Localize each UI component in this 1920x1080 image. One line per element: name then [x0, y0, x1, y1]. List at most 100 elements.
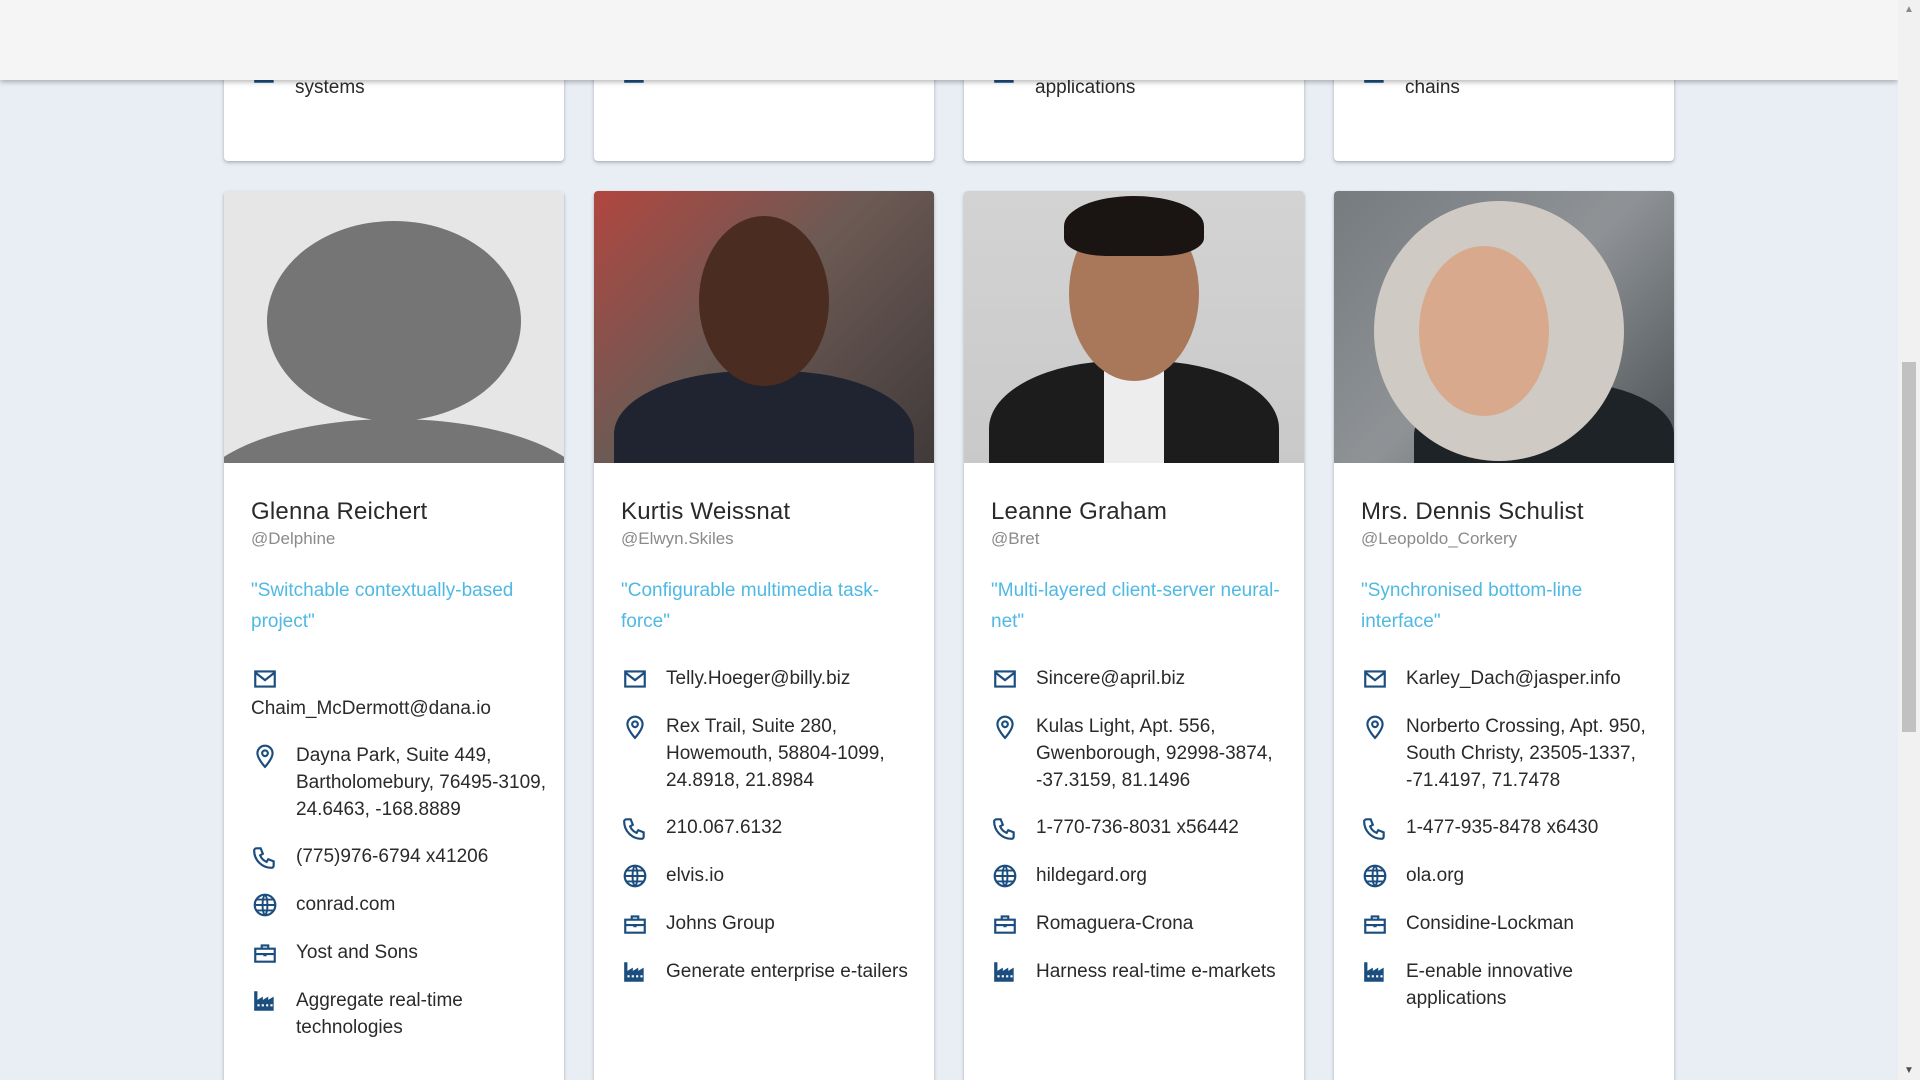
- user-name: Kurtis Weissnat: [621, 498, 791, 525]
- user-name: Leanne Graham: [991, 498, 1168, 525]
- globe-icon: [251, 891, 279, 919]
- globe-icon: [621, 862, 649, 890]
- user-card[interactable]: Glenna Reichert @Delphine "Switchable co…: [224, 191, 564, 1080]
- top-app-bar: [0, 0, 1898, 80]
- address-text: Dayna Park, Suite 449, Bartholomebury, 7…: [296, 745, 546, 820]
- address-text: Rex Trail, Suite 280, Howemouth, 58804-1…: [666, 716, 885, 791]
- mail-icon: [251, 665, 279, 693]
- mail-icon: [621, 665, 649, 693]
- website-link[interactable]: elvis.io: [666, 862, 934, 889]
- phone-link[interactable]: (775)976-6794 x41206: [296, 843, 564, 870]
- user-catch-phrase: "Multi-layered client-server neural-net": [991, 580, 1280, 632]
- bs-row: Generate enterprise e-tailers: [621, 958, 934, 986]
- briefcase-icon: [621, 910, 649, 938]
- email-link[interactable]: Karley_Dach@jasper.info: [1406, 665, 1674, 692]
- globe-icon: [991, 862, 1019, 890]
- location-pin-icon: [621, 713, 649, 741]
- phone-link[interactable]: 1-770-736-8031 x56442: [1036, 814, 1304, 841]
- portrait-photo: [594, 191, 934, 463]
- company-name: Considine-Lockman: [1406, 913, 1574, 934]
- location-pin-icon: [991, 713, 1019, 741]
- company-name: Romaguera-Crona: [1036, 913, 1194, 934]
- bs-row: E-enable innovative applications: [1361, 958, 1674, 1012]
- user-handle: @Delphine: [251, 529, 336, 548]
- email-row[interactable]: Chaim_McDermott@dana.io: [251, 665, 564, 722]
- portrait-face-shape: [1419, 246, 1549, 416]
- address-row: Dayna Park, Suite 449, Bartholomebury, 7…: [251, 742, 564, 823]
- portrait-face-shape: [699, 216, 829, 386]
- company-row: Romaguera-Crona: [991, 910, 1304, 938]
- portrait-hair-shape: [1064, 196, 1204, 256]
- factory-icon: [991, 958, 1019, 986]
- user-card[interactable]: Kurtis Weissnat @Elwyn.Skiles "Configura…: [594, 191, 934, 1080]
- address-text: Kulas Light, Apt. 556, Gwenborough, 9299…: [1036, 716, 1273, 791]
- email-link[interactable]: Telly.Hoeger@billy.biz: [666, 665, 934, 692]
- user-handle: @Bret: [991, 529, 1040, 548]
- website-link[interactable]: hildegard.org: [1036, 862, 1304, 889]
- phone-link[interactable]: 1-477-935-8478 x6430: [1406, 814, 1674, 841]
- portrait-photo: [964, 191, 1304, 463]
- website-row[interactable]: ola.org: [1361, 862, 1674, 890]
- user-catch-phrase: "Synchronised bottom-line interface": [1361, 580, 1583, 632]
- phone-icon: [251, 843, 279, 871]
- user-card[interactable]: Leanne Graham @Bret "Multi-layered clien…: [964, 191, 1304, 1080]
- phone-icon: [1361, 814, 1389, 842]
- location-pin-icon: [1361, 713, 1389, 741]
- bs-row: Aggregate real-time technologies: [251, 987, 564, 1041]
- phone-row[interactable]: 1-770-736-8031 x56442: [991, 814, 1304, 842]
- avatar-shoulders-shape: [224, 419, 564, 463]
- default-avatar: [224, 191, 564, 463]
- briefcase-icon: [1361, 910, 1389, 938]
- factory-icon: [1361, 958, 1389, 986]
- briefcase-icon: [991, 910, 1019, 938]
- company-name: Yost and Sons: [296, 942, 418, 963]
- phone-row[interactable]: 1-477-935-8478 x6430: [1361, 814, 1674, 842]
- scrollbar-thumb[interactable]: [1902, 362, 1916, 732]
- factory-icon: [621, 958, 649, 986]
- user-handle: @Leopoldo_Corkery: [1361, 529, 1518, 548]
- email-row[interactable]: Karley_Dach@jasper.info: [1361, 665, 1674, 693]
- website-link[interactable]: ola.org: [1406, 862, 1674, 889]
- website-row[interactable]: hildegard.org: [991, 862, 1304, 890]
- company-row: Johns Group: [621, 910, 934, 938]
- user-handle: @Elwyn.Skiles: [621, 529, 734, 548]
- user-catch-phrase: "Configurable multimedia task-force": [621, 580, 880, 632]
- factory-icon: [251, 987, 279, 1015]
- portrait-shirt-shape: [1104, 371, 1164, 463]
- website-row[interactable]: elvis.io: [621, 862, 934, 890]
- address-row: Norberto Crossing, Apt. 950, South Chris…: [1361, 713, 1674, 794]
- email-link[interactable]: Sincere@april.biz: [1036, 665, 1304, 692]
- address-row: Kulas Light, Apt. 556, Gwenborough, 9299…: [991, 713, 1304, 794]
- phone-icon: [991, 814, 1019, 842]
- phone-link[interactable]: 210.067.6132: [666, 814, 934, 841]
- company-bs: E-enable innovative applications: [1406, 961, 1573, 1009]
- company-row: Considine-Lockman: [1361, 910, 1674, 938]
- mail-icon: [991, 665, 1019, 693]
- company-name: Johns Group: [666, 913, 775, 934]
- user-name: Mrs. Dennis Schulist: [1361, 498, 1584, 525]
- bs-row: Harness real-time e-markets: [991, 958, 1304, 986]
- phone-row[interactable]: 210.067.6132: [621, 814, 934, 842]
- user-catch-phrase: "Switchable contextually-based project": [251, 580, 514, 632]
- website-link[interactable]: conrad.com: [296, 891, 564, 918]
- email-row[interactable]: Telly.Hoeger@billy.biz: [621, 665, 934, 693]
- avatar-head-shape: [267, 221, 521, 421]
- address-row: Rex Trail, Suite 280, Howemouth, 58804-1…: [621, 713, 934, 794]
- vertical-scrollbar[interactable]: ▲ ▼: [1898, 0, 1920, 1080]
- company-row: Yost and Sons: [251, 939, 564, 967]
- email-link[interactable]: Chaim_McDermott@dana.io: [251, 695, 564, 722]
- user-name: Glenna Reichert: [251, 498, 428, 525]
- company-bs: Generate enterprise e-tailers: [666, 961, 908, 982]
- email-row[interactable]: Sincere@april.biz: [991, 665, 1304, 693]
- company-bs: Harness real-time e-markets: [1036, 961, 1276, 982]
- address-text: Norberto Crossing, Apt. 950, South Chris…: [1406, 716, 1646, 791]
- mail-icon: [1361, 665, 1389, 693]
- scroll-down-arrow-icon[interactable]: ▼: [1904, 1065, 1914, 1076]
- company-bs: Aggregate real-time technologies: [296, 990, 463, 1038]
- user-card[interactable]: Mrs. Dennis Schulist @Leopoldo_Corkery "…: [1334, 191, 1674, 1080]
- phone-row[interactable]: (775)976-6794 x41206: [251, 843, 564, 871]
- scroll-up-arrow-icon[interactable]: ▲: [1904, 4, 1914, 15]
- website-row[interactable]: conrad.com: [251, 891, 564, 919]
- briefcase-icon: [251, 939, 279, 967]
- user-card-grid: systems applications chains Glenna Reich…: [224, 0, 1674, 1080]
